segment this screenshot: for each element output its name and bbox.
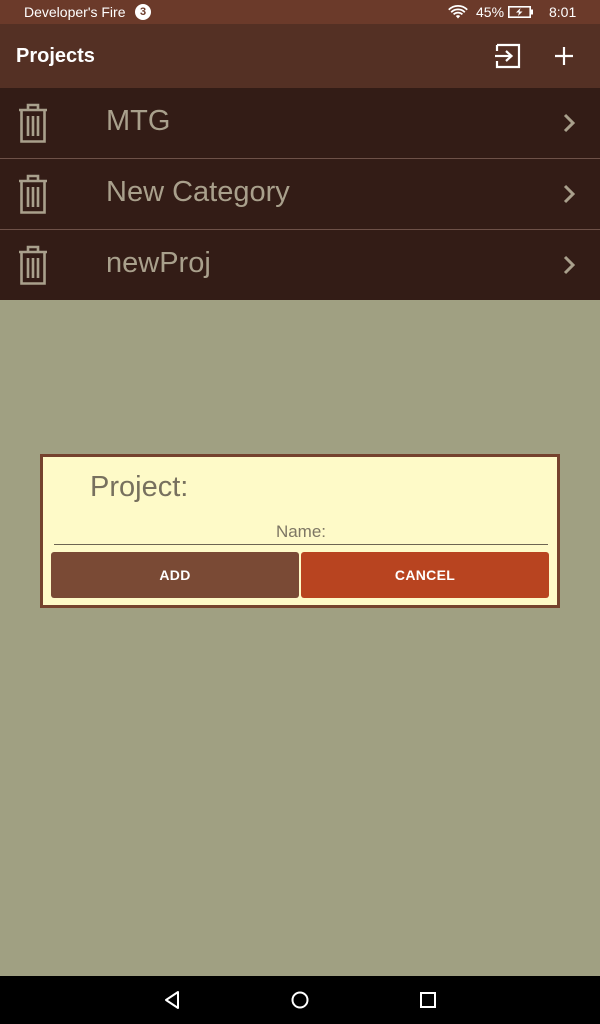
project-name: newProj (106, 247, 211, 279)
list-item[interactable]: newProj (0, 230, 600, 300)
new-project-dialog: Project: ADD CANCEL (40, 454, 560, 608)
cancel-button[interactable]: CANCEL (301, 552, 549, 598)
add-button[interactable]: ADD (51, 552, 299, 598)
list-item[interactable]: New Category (0, 159, 600, 230)
wifi-icon (448, 5, 468, 19)
back-icon[interactable] (160, 988, 184, 1012)
trash-icon[interactable] (16, 102, 50, 144)
carrier-name: Developer's Fire (24, 4, 126, 20)
trash-icon[interactable] (16, 244, 50, 286)
app-bar: Projects (0, 24, 600, 88)
plus-icon[interactable] (548, 40, 580, 72)
project-name: MTG (106, 105, 171, 137)
clock: 8:01 (549, 4, 577, 20)
page-title: Projects (16, 45, 95, 67)
list-item[interactable]: MTG (0, 88, 600, 159)
home-icon[interactable] (288, 988, 312, 1012)
status-bar: Developer's Fire 3 45% 8:01 (0, 0, 600, 24)
project-list: MTG New Category newProj (0, 88, 600, 300)
trash-icon[interactable] (16, 173, 50, 215)
chevron-right-icon (563, 184, 576, 204)
chevron-right-icon (563, 113, 576, 133)
project-name: New Category (106, 176, 290, 208)
dialog-title: Project: (90, 471, 189, 503)
recents-icon[interactable] (416, 988, 440, 1012)
battery-percent: 45% (476, 4, 505, 20)
battery-charging-icon (508, 6, 533, 18)
chevron-right-icon (563, 255, 576, 275)
project-name-input[interactable] (54, 519, 548, 545)
navigation-bar (0, 976, 600, 1024)
export-icon[interactable] (492, 40, 524, 72)
notification-count-badge: 3 (135, 4, 151, 20)
